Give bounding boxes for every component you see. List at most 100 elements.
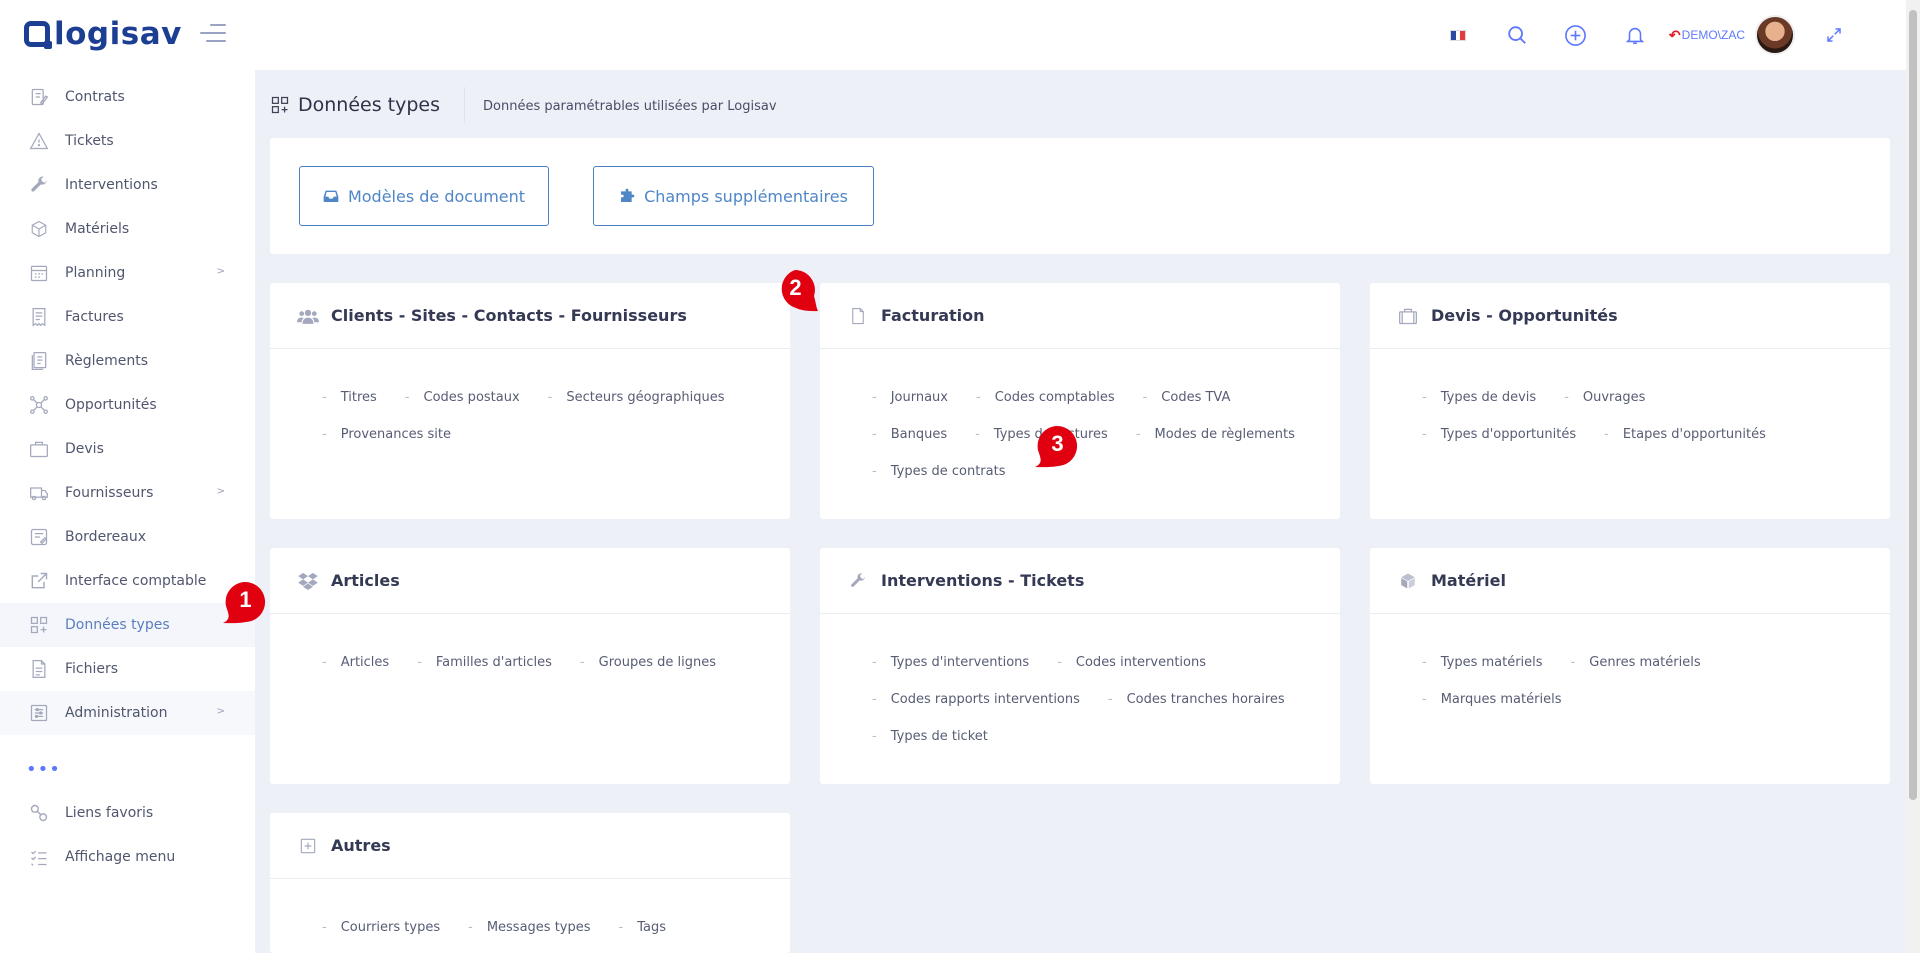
sidebar-item-administration[interactable]: Administration >	[0, 691, 255, 735]
user-login-link[interactable]: ↶ DEMO\ZAC	[1669, 27, 1745, 44]
link-courriers-types[interactable]: Courriers types	[322, 909, 440, 946]
payment-icon	[28, 350, 50, 372]
link-codes-postaux[interactable]: Codes postaux	[405, 379, 520, 416]
scrollbar-thumb[interactable]	[1909, 10, 1917, 800]
language-flag-button[interactable]	[1438, 15, 1478, 55]
panel-title: Autres	[331, 836, 391, 855]
link-codes-comptables[interactable]: Codes comptables	[976, 379, 1115, 416]
sidebar-item-liens-favoris[interactable]: Liens favoris	[0, 791, 255, 835]
puzzle-icon	[619, 188, 635, 204]
extra-fields-button[interactable]: Champs supplémentaires	[593, 166, 874, 226]
sidebar-item-materiels[interactable]: Matériels	[0, 207, 255, 251]
sidebar-item-reglements[interactable]: Règlements	[0, 339, 255, 383]
link-tags[interactable]: Tags	[619, 909, 666, 946]
chevron-right-icon: >	[216, 706, 225, 717]
marker-number: 3	[1051, 431, 1064, 456]
page-title: Données types	[298, 94, 440, 116]
return-arrow-icon: ↶	[1668, 26, 1681, 43]
document-templates-label: Modèles de document	[347, 186, 526, 206]
document-icon	[847, 305, 869, 327]
link-types-de-devis[interactable]: Types de devis	[1422, 379, 1536, 416]
panel-materiel: Matériel Types matériels Genres matériel…	[1370, 548, 1890, 784]
more-dots[interactable]: •••	[0, 747, 255, 791]
link-types-materiels[interactable]: Types matériels	[1422, 644, 1543, 681]
link-codes-rapports-interventions[interactable]: Codes rapports interventions	[872, 681, 1080, 718]
sidebar-item-interface-comptable[interactable]: Interface comptable	[0, 559, 255, 603]
menu-toggle-button[interactable]	[200, 24, 226, 46]
link-provenances-site[interactable]: Provenances site	[322, 416, 451, 453]
subheader-separator	[464, 87, 465, 123]
sidebar-item-contrats[interactable]: Contrats	[0, 75, 255, 119]
sidebar-item-opportunites[interactable]: Opportunités	[0, 383, 255, 427]
link-genres-materiels[interactable]: Genres matériels	[1571, 644, 1700, 681]
sidebar-item-label: Interface comptable	[65, 573, 207, 589]
sidebar-item-donnees-types[interactable]: Données types	[0, 603, 255, 647]
panel-title: Devis - Opportunités	[1431, 306, 1618, 325]
add-button[interactable]	[1556, 15, 1596, 55]
logo-mark-icon	[24, 21, 52, 49]
sidebar-item-factures[interactable]: Factures	[0, 295, 255, 339]
sidebar-item-tickets[interactable]: Tickets	[0, 119, 255, 163]
truck-icon	[28, 482, 50, 504]
plus-circle-icon	[1565, 24, 1587, 46]
user-name: DEMO\ZAC	[1681, 28, 1745, 42]
sidebar-item-fichiers[interactable]: Fichiers	[0, 647, 255, 691]
search-button[interactable]	[1497, 15, 1537, 55]
link-familles-articles[interactable]: Familles d'articles	[417, 644, 552, 681]
panel-title: Articles	[331, 571, 400, 590]
panel-facturation: Facturation Journaux Codes comptables Co…	[820, 283, 1340, 519]
sidebar-item-label: Données types	[65, 617, 170, 633]
logo[interactable]: logisav	[24, 16, 182, 52]
dropbox-icon	[297, 570, 319, 592]
sidebar-item-interventions[interactable]: Interventions	[0, 163, 255, 207]
link-types-opportunites[interactable]: Types d'opportunités	[1422, 416, 1576, 453]
subheader: Données types Données paramétrables util…	[270, 86, 777, 124]
file-icon	[28, 658, 50, 680]
link-codes-tranches-horaires[interactable]: Codes tranches horaires	[1108, 681, 1285, 718]
wrench-icon	[28, 174, 50, 196]
page-description: Données paramétrables utilisées par Logi…	[483, 99, 777, 114]
sidebar-item-bordereaux[interactable]: Bordereaux	[0, 515, 255, 559]
sidebar-item-label: Liens favoris	[65, 805, 154, 821]
link-etapes-opportunites[interactable]: Etapes d'opportunités	[1604, 416, 1766, 453]
link-secteurs-geographiques[interactable]: Secteurs géographiques	[548, 379, 724, 416]
calendar-icon	[28, 262, 50, 284]
page-scrollbar[interactable]	[1906, 0, 1920, 953]
chevron-right-icon: >	[216, 266, 225, 277]
sidebar-item-label: Tickets	[65, 133, 114, 149]
avatar[interactable]	[1755, 15, 1795, 55]
link-modes-de-reglements[interactable]: Modes de règlements	[1136, 416, 1295, 453]
cube-icon	[1397, 570, 1419, 592]
link-journaux[interactable]: Journaux	[872, 379, 948, 416]
briefcase-icon	[28, 438, 50, 460]
sidebar-item-label: Fournisseurs	[65, 485, 154, 501]
sidebar-item-label: Matériels	[65, 221, 130, 237]
bell-icon	[1625, 27, 1645, 45]
link-groupes-de-lignes[interactable]: Groupes de lignes	[580, 644, 716, 681]
document-templates-button[interactable]: Modèles de document	[299, 166, 549, 226]
notifications-button[interactable]	[1615, 15, 1655, 55]
link-icon	[28, 802, 50, 824]
sidebar-item-affichage-menu[interactable]: Affichage menu	[0, 835, 255, 879]
link-codes-interventions[interactable]: Codes interventions	[1057, 644, 1206, 681]
marker-2: 2	[773, 268, 818, 313]
marker-3: 3	[1035, 424, 1080, 469]
sidebar-item-devis[interactable]: Devis	[0, 427, 255, 471]
link-types-interventions[interactable]: Types d'interventions	[872, 644, 1030, 681]
link-articles[interactable]: Articles	[322, 644, 389, 681]
fullscreen-button[interactable]	[1814, 15, 1854, 55]
panel-interventions: Interventions - Tickets Types d'interven…	[820, 548, 1340, 784]
panel-title: Matériel	[1431, 571, 1506, 590]
sidebar-item-planning[interactable]: Planning >	[0, 251, 255, 295]
link-titres[interactable]: Titres	[322, 379, 377, 416]
link-ouvrages[interactable]: Ouvrages	[1564, 379, 1646, 416]
link-banques[interactable]: Banques	[872, 416, 947, 453]
sidebar-item-fournisseurs[interactable]: Fournisseurs >	[0, 471, 255, 515]
link-codes-tva[interactable]: Codes TVA	[1143, 379, 1230, 416]
link-types-de-ticket[interactable]: Types de ticket	[872, 718, 988, 755]
link-messages-types[interactable]: Messages types	[468, 909, 591, 946]
link-marques-materiels[interactable]: Marques matériels	[1422, 681, 1562, 718]
search-icon	[1508, 26, 1526, 44]
link-types-de-contrats[interactable]: Types de contrats	[872, 453, 1006, 490]
sidebar: Contrats Tickets Interventions Matériels…	[0, 70, 255, 953]
